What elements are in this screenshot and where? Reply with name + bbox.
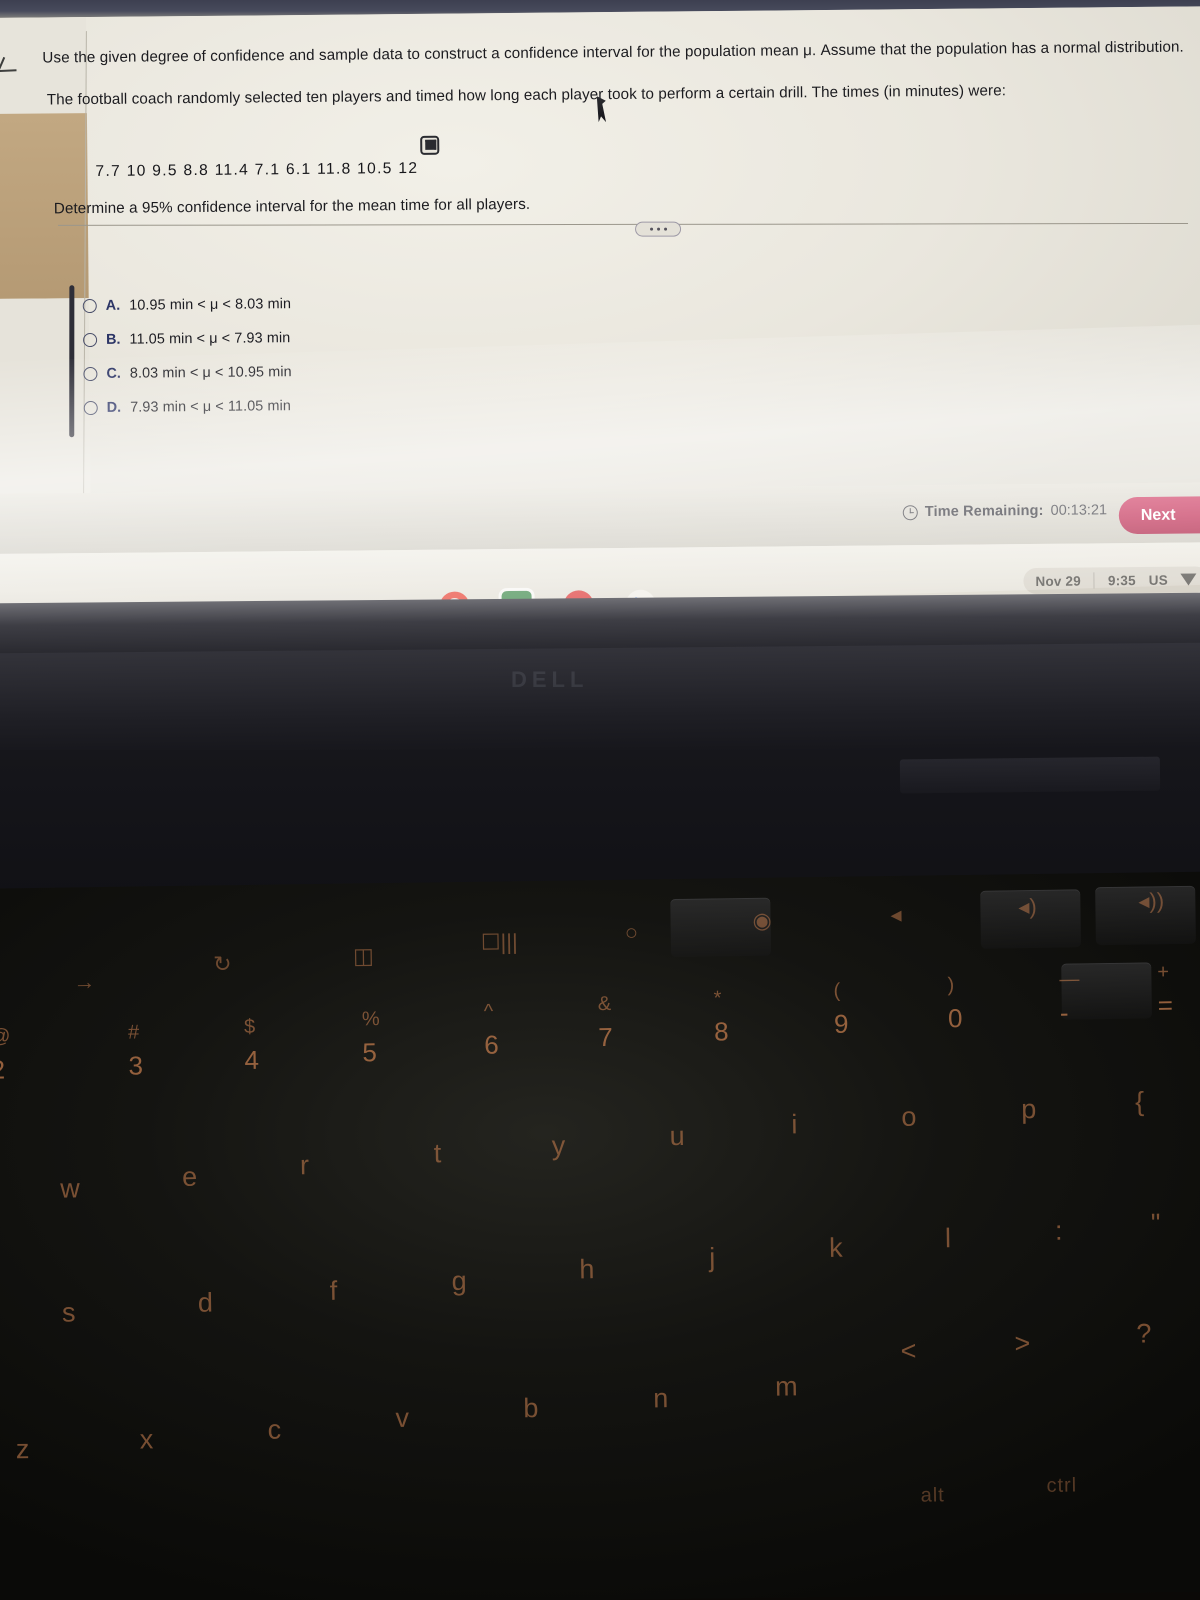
key-overview-icon[interactable]: ☐||| [481, 929, 518, 955]
key-n[interactable]: n [653, 1383, 668, 1413]
clock-icon [902, 504, 918, 520]
key-w[interactable]: w [60, 1173, 80, 1203]
key-6[interactable]: ^ 6 [484, 1001, 499, 1060]
key-m[interactable]: m [775, 1371, 798, 1401]
shelf-keyboard-layout: US [1148, 572, 1168, 588]
key-2[interactable]: @2 [0, 1025, 11, 1084]
choice-text-c: 8.03 min < μ < 10.95 min [129, 364, 292, 382]
key-5[interactable]: % 5 [362, 1008, 381, 1067]
key-u[interactable]: u [669, 1121, 684, 1151]
choice-letter-d: D. [106, 399, 122, 416]
key-f[interactable]: f [330, 1276, 338, 1306]
time-remaining-label: Time Remaining: [924, 502, 1044, 521]
shelf-time: 9:35 [1107, 572, 1136, 588]
dot-1 [649, 227, 653, 231]
key-brightness-up-icon[interactable]: ◉ [752, 908, 772, 933]
choice-text-a: 10.95 min < μ < 8.03 min [129, 296, 292, 314]
next-button[interactable]: Next [1118, 496, 1200, 535]
radio-button-b[interactable] [83, 332, 98, 348]
key-mute-icon[interactable]: ◂ [890, 902, 901, 927]
radio-button-d[interactable] [83, 400, 98, 416]
key-o[interactable]: o [901, 1102, 916, 1132]
time-remaining-value: 00:13:21 [1050, 502, 1108, 519]
key-e[interactable]: e [182, 1162, 197, 1192]
key-brightness-down-icon[interactable]: ○ [625, 920, 639, 945]
choice-letter-b: B. [106, 331, 121, 348]
choice-letter-c: C. [106, 365, 121, 382]
laptop-photo: Use the given degree of confidence and s… [0, 0, 1200, 1600]
key-3[interactable]: #3 [128, 1022, 143, 1081]
answer-choice-list: A. 10.95 min < μ < 8.03 min B. 11.05 min… [82, 287, 293, 425]
key-fullscreen-icon[interactable]: ◫ [353, 943, 374, 968]
answer-choice-d[interactable]: D. 7.93 min < μ < 11.05 min [83, 389, 293, 425]
key-b[interactable]: b [523, 1393, 538, 1423]
key-period[interactable]: > [1014, 1328, 1030, 1358]
answer-choice-b[interactable]: B. 11.05 min < μ < 7.93 min [83, 321, 292, 357]
key-reload-icon[interactable]: ↻ [213, 951, 232, 976]
key-s[interactable]: s [62, 1297, 76, 1327]
key-bracket-left[interactable]: { [1135, 1086, 1144, 1116]
status-separator [1093, 572, 1096, 589]
key-4[interactable]: $4 [244, 1016, 259, 1075]
more-options-button[interactable] [635, 221, 682, 237]
key-semicolon[interactable]: : [1055, 1216, 1063, 1246]
choice-text-d: 7.93 min < μ < 11.05 min [130, 398, 292, 416]
question-sheet [0, 6, 1200, 518]
key-j[interactable]: j [709, 1242, 715, 1272]
laptop-deck-upper [0, 642, 1200, 764]
fraction-glyph-icon [0, 52, 23, 92]
key-k[interactable]: k [829, 1233, 843, 1263]
key-p[interactable]: p [1021, 1094, 1036, 1124]
key-h[interactable]: h [579, 1254, 594, 1284]
key-slash[interactable]: ? [1136, 1318, 1151, 1348]
key-z[interactable]: z [16, 1434, 30, 1464]
key-alt[interactable]: alt [920, 1484, 944, 1506]
radio-button-a[interactable] [82, 298, 97, 314]
laptop-screen: Use the given degree of confidence and s… [0, 6, 1200, 628]
dot-3 [663, 227, 667, 231]
key-equals[interactable]: + = [1157, 961, 1173, 1020]
time-remaining-display: Time Remaining: 00:13:21 [902, 502, 1108, 521]
key-g[interactable]: g [451, 1266, 466, 1296]
key-l[interactable]: l [945, 1223, 951, 1253]
key-0[interactable]: ) 0 [947, 974, 962, 1033]
dot-2 [656, 227, 660, 231]
key-minus[interactable]: — - [1059, 968, 1080, 1027]
left-gutter-lower [0, 298, 91, 524]
answer-choice-c[interactable]: C. 8.03 min < μ < 10.95 min [83, 355, 292, 391]
vertical-scrollbar[interactable] [69, 285, 75, 438]
key-x[interactable]: x [140, 1424, 154, 1454]
key-7[interactable]: & 7 [598, 993, 613, 1052]
brand-logo: DELL [511, 667, 589, 692]
choice-text-b: 11.05 min < μ < 7.93 min [129, 330, 291, 348]
key-ctrl[interactable]: ctrl [1046, 1474, 1077, 1496]
shelf-status-tray[interactable]: Nov 29 9:35 US [1023, 566, 1200, 595]
laptop-keyboard: → ↻ ◫ ☐||| ○ ◉ ◂ ◂) ◂)) @2 #3 $4 % 5 ^ 6 &… [0, 870, 1200, 1600]
question-data-values: 7.7 10 9.5 8.8 11.4 7.1 6.1 11.8 10.5 12 [95, 159, 419, 180]
speaker-vent [899, 756, 1161, 794]
wifi-icon[interactable] [1181, 573, 1197, 585]
key-quote[interactable]: " [1151, 1208, 1161, 1238]
key-d[interactable]: d [198, 1288, 213, 1318]
key-r[interactable]: r [300, 1150, 309, 1180]
key-i[interactable]: i [791, 1109, 797, 1139]
key-8[interactable]: * 8 [714, 987, 729, 1046]
key-volume-down-icon[interactable]: ◂) [1018, 894, 1037, 919]
key-c[interactable]: c [267, 1415, 281, 1445]
key-v[interactable]: v [395, 1403, 409, 1433]
popup-expand-icon[interactable] [420, 135, 440, 155]
shelf-date: Nov 29 [1035, 573, 1082, 589]
choice-letter-a: A. [105, 297, 121, 314]
radio-button-c[interactable] [83, 366, 98, 382]
key-9[interactable]: (9 [833, 980, 848, 1039]
key-t[interactable]: t [434, 1138, 442, 1168]
key-back-icon[interactable]: → [73, 969, 95, 994]
key-comma[interactable]: < [900, 1336, 916, 1366]
answer-choice-a[interactable]: A. 10.95 min < μ < 8.03 min [82, 287, 292, 323]
key-y[interactable]: y [551, 1131, 565, 1161]
key-volume-up-icon[interactable]: ◂)) [1138, 888, 1164, 913]
